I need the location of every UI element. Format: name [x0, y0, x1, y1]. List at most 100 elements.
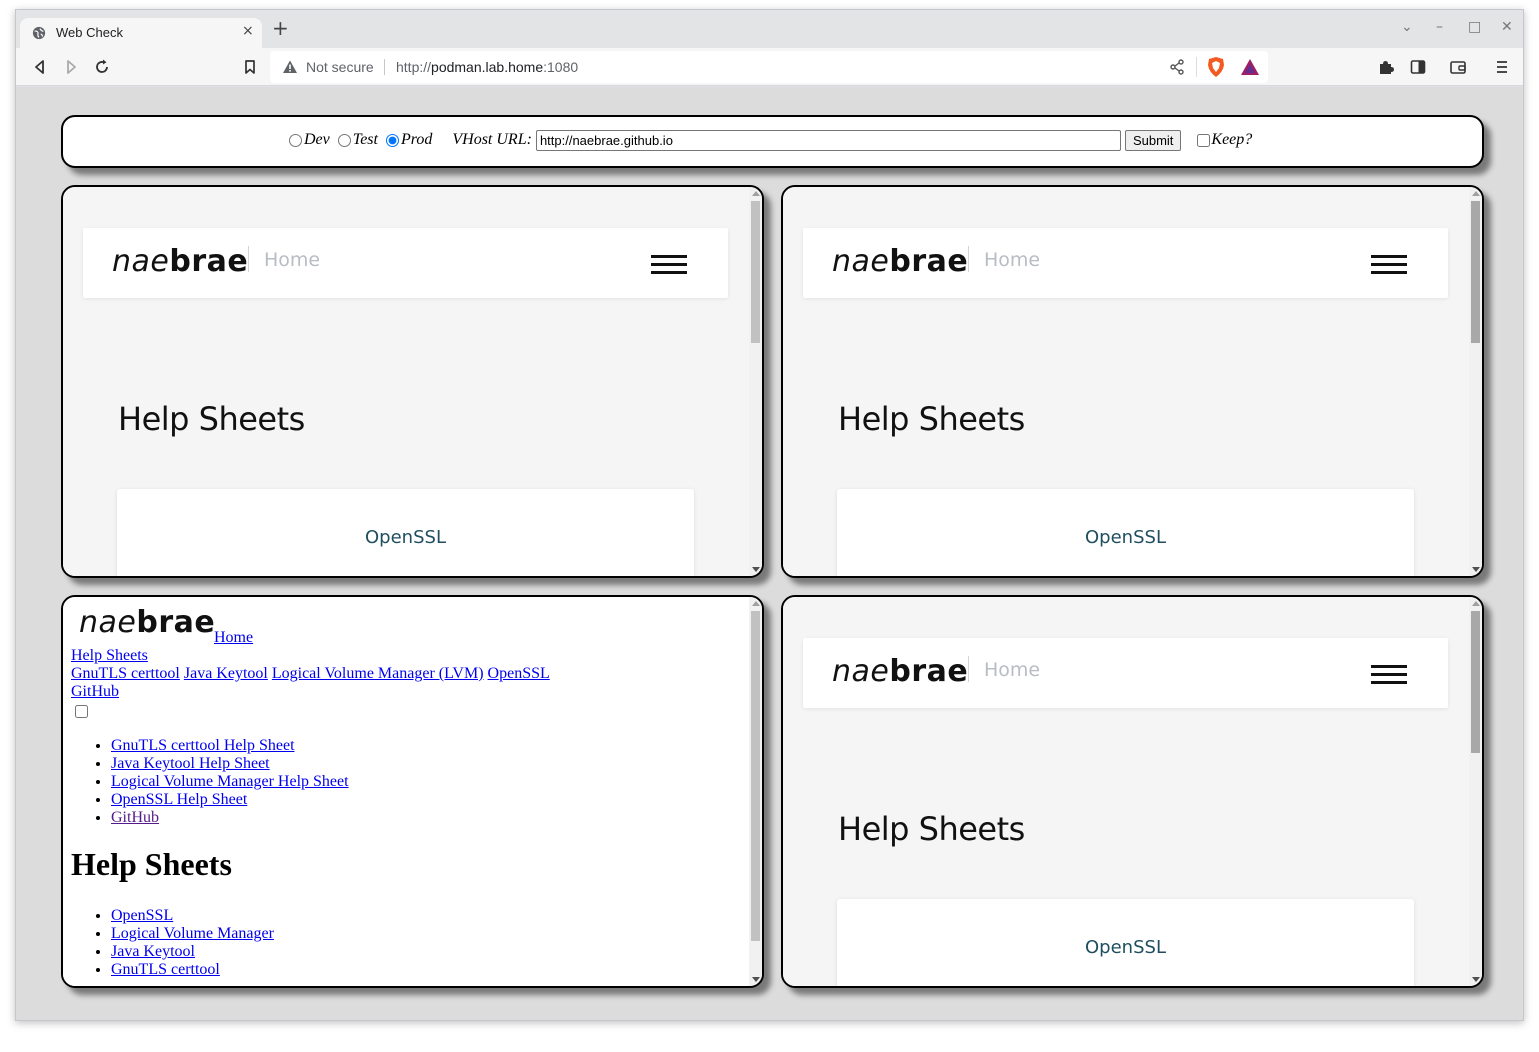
- list-item: GnuTLS certtool Help Sheet: [111, 737, 349, 755]
- frame-scrollbar[interactable]: [749, 597, 762, 986]
- wallet-icon[interactable]: [1448, 57, 1468, 77]
- bookmark-icon[interactable]: [240, 57, 260, 77]
- env-radio-dev[interactable]: [289, 133, 302, 147]
- site-navbar: naebrae Home: [803, 228, 1448, 298]
- card-link-openssl[interactable]: OpenSSL: [837, 937, 1414, 958]
- tab-search-icon[interactable]: ⌄: [1401, 19, 1413, 35]
- sheet-link-keytool[interactable]: Java Keytool: [111, 943, 195, 960]
- site-logo[interactable]: naebrae: [79, 605, 215, 640]
- env-radio-test[interactable]: [337, 133, 351, 147]
- list-item: Logical Volume Manager: [111, 925, 274, 943]
- sheet-link-lvm[interactable]: Logical Volume Manager: [111, 925, 274, 942]
- page-heading: Help Sheets: [118, 400, 305, 438]
- maximize-icon[interactable]: □: [1468, 19, 1481, 35]
- extensions-icon[interactable]: [1376, 57, 1396, 77]
- scroll-down-icon[interactable]: [1472, 567, 1480, 572]
- card-link-openssl[interactable]: OpenSSL: [117, 527, 694, 548]
- keep-checkbox[interactable]: [1197, 133, 1211, 147]
- logo-brae: brae: [889, 654, 969, 689]
- nav-divider: [968, 246, 969, 272]
- share-icon[interactable]: [1168, 58, 1186, 76]
- frame-scrollbar[interactable]: [749, 187, 762, 576]
- browser-window: Web Check × + ⌄ – □ ✕ Not secure http://…: [15, 9, 1524, 1021]
- control-panel: Dev Test Prod VHost URL: Submit Keep?: [61, 115, 1484, 168]
- brave-rewards-icon[interactable]: [1240, 57, 1260, 77]
- menu-link-lvm[interactable]: Logical Volume Manager Help Sheet: [111, 773, 349, 790]
- keep-label: Keep?: [1211, 131, 1253, 148]
- menu-link-keytool[interactable]: Java Keytool Help Sheet: [111, 755, 270, 772]
- new-tab-button[interactable]: +: [272, 18, 289, 38]
- preview-frame-dev[interactable]: naebrae Home Help Sheets OpenSSL: [61, 185, 764, 578]
- github-link[interactable]: GitHub: [71, 683, 119, 700]
- minimize-icon[interactable]: –: [1436, 19, 1443, 35]
- submit-button[interactable]: Submit: [1124, 129, 1182, 151]
- home-link[interactable]: Home: [214, 629, 253, 647]
- hamburger-menu-icon[interactable]: [1371, 255, 1409, 275]
- menu-link-gnutls[interactable]: GnuTLS certtool Help Sheet: [111, 737, 295, 754]
- security-label[interactable]: Not secure: [306, 59, 374, 75]
- scroll-thumb[interactable]: [1471, 201, 1480, 343]
- nav-link-openssl[interactable]: OpenSSL: [488, 665, 550, 682]
- menu-link-github[interactable]: GitHub: [111, 809, 159, 826]
- home-link[interactable]: Home: [264, 249, 320, 271]
- scroll-up-icon[interactable]: [1472, 601, 1480, 606]
- hamburger-menu-icon[interactable]: [1371, 665, 1409, 685]
- site-logo[interactable]: naebrae: [832, 654, 968, 689]
- reload-icon[interactable]: [92, 57, 112, 77]
- help-sheets-link[interactable]: Help Sheets: [71, 647, 148, 664]
- tab-strip: Web Check × + ⌄ – □ ✕: [16, 10, 1523, 48]
- scroll-up-icon[interactable]: [752, 601, 760, 606]
- url-text[interactable]: http://podman.lab.home:1080: [396, 59, 578, 75]
- scroll-down-icon[interactable]: [1472, 977, 1480, 982]
- menu-toggle-checkbox[interactable]: [75, 705, 88, 718]
- sheet-link-gnutls[interactable]: GnuTLS certtool: [111, 961, 220, 978]
- list-item: GitHub: [111, 809, 349, 827]
- frame-scrollbar[interactable]: [1469, 187, 1482, 576]
- nav-link-lvm[interactable]: Logical Volume Manager (LVM): [272, 665, 484, 682]
- home-link[interactable]: Home: [984, 659, 1040, 681]
- scroll-down-icon[interactable]: [752, 977, 760, 982]
- frame-scrollbar[interactable]: [1469, 597, 1482, 986]
- unstyled-page: naebrae Home Help Sheets GnuTLS certtool…: [63, 597, 751, 986]
- sheet-card[interactable]: OpenSSL: [117, 489, 694, 576]
- site-logo[interactable]: naebrae: [832, 244, 968, 279]
- preview-frame-prod[interactable]: naebrae Home Help Sheets GnuTLS certtool…: [61, 595, 764, 988]
- tab-close-icon[interactable]: ×: [242, 23, 254, 39]
- scroll-up-icon[interactable]: [1472, 191, 1480, 196]
- site-logo[interactable]: naebrae: [112, 244, 248, 279]
- logo-nae: nae: [79, 605, 137, 640]
- home-link[interactable]: Home: [984, 249, 1040, 271]
- forward-icon[interactable]: [61, 57, 81, 77]
- sheet-card[interactable]: OpenSSL: [837, 489, 1414, 576]
- logo-nae: nae: [112, 244, 170, 279]
- warning-icon[interactable]: [282, 59, 298, 75]
- close-window-icon[interactable]: ✕: [1501, 19, 1513, 35]
- scroll-thumb[interactable]: [751, 201, 760, 343]
- scroll-down-icon[interactable]: [752, 567, 760, 572]
- site-page: naebrae Home Help Sheets OpenSSL: [783, 597, 1471, 986]
- url-scheme: http://: [396, 59, 432, 75]
- preview-frame-keep[interactable]: naebrae Home Help Sheets OpenSSL: [781, 595, 1484, 988]
- url-port: :1080: [543, 59, 579, 75]
- preview-frame-test[interactable]: naebrae Home Help Sheets OpenSSL: [781, 185, 1484, 578]
- scroll-up-icon[interactable]: [752, 191, 760, 196]
- scroll-thumb[interactable]: [751, 611, 760, 941]
- sidebar-icon[interactable]: [1408, 57, 1428, 77]
- nav-link-keytool[interactable]: Java Keytool: [184, 665, 268, 682]
- vhost-url-input[interactable]: [535, 129, 1121, 151]
- hamburger-menu-icon[interactable]: [651, 255, 689, 275]
- env-label-dev: Dev: [304, 131, 330, 148]
- sheet-card[interactable]: OpenSSL: [837, 899, 1414, 986]
- card-link-openssl[interactable]: OpenSSL: [837, 527, 1414, 548]
- brave-shields-icon[interactable]: [1206, 56, 1226, 78]
- sheet-link-openssl[interactable]: OpenSSL: [111, 907, 173, 924]
- menu-icon[interactable]: [1492, 57, 1512, 77]
- page-viewport: Dev Test Prod VHost URL: Submit Keep? na…: [16, 87, 1523, 1020]
- menu-link-openssl[interactable]: OpenSSL Help Sheet: [111, 791, 247, 808]
- scroll-thumb[interactable]: [1471, 611, 1480, 753]
- tab-web-check[interactable]: Web Check ×: [20, 18, 262, 48]
- nav-link-gnutls[interactable]: GnuTLS certtool: [71, 665, 180, 682]
- env-radio-prod[interactable]: [385, 133, 399, 147]
- address-bar[interactable]: Not secure http://podman.lab.home:1080: [270, 51, 1268, 83]
- back-icon[interactable]: [30, 57, 50, 77]
